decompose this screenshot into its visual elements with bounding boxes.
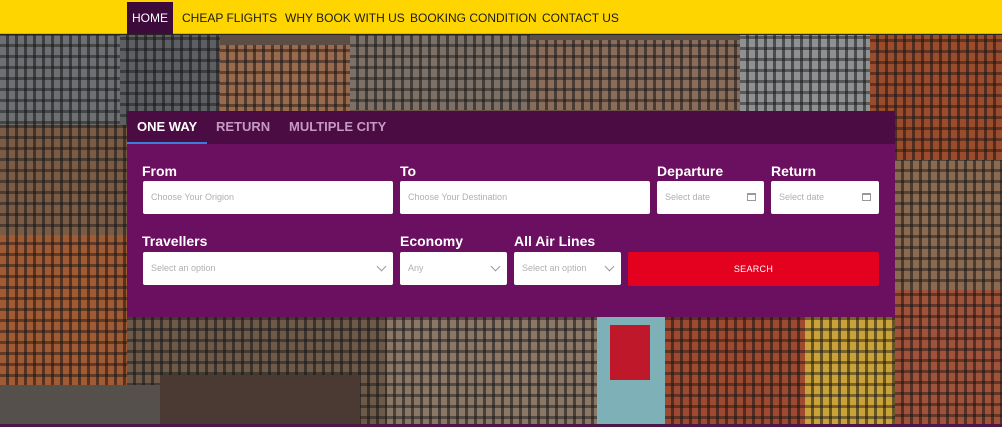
to-label: To [400,163,417,179]
cabin-class-value: Any [408,263,424,273]
nav-booking-condition[interactable]: BOOKING CONDITION [410,2,537,34]
travellers-label: Travellers [142,233,208,249]
destination-input[interactable]: Choose Your Destination [400,181,650,214]
return-date-input[interactable]: Select date [771,181,879,214]
departure-date-input[interactable]: Select date [657,181,764,214]
airlines-select[interactable]: Select an option [514,252,621,285]
top-navbar: HOME CHEAP FLIGHTS WHY BOOK WITH US BOOK… [0,0,1002,34]
departure-date-placeholder: Select date [665,192,711,202]
return-date-placeholder: Select date [779,192,825,202]
nav-contact-us[interactable]: CONTACT US [542,2,619,34]
calendar-icon [747,193,756,201]
nav-cheap-flights[interactable]: CHEAP FLIGHTS [182,2,277,34]
chevron-down-icon [490,261,501,272]
tab-one-way[interactable]: ONE WAY [127,111,208,144]
calendar-icon [862,193,871,201]
cabin-class-select[interactable]: Any [400,252,507,285]
travellers-select[interactable]: Select an option [143,252,393,285]
flight-search-panel: ONE WAY RETURN MULTIPLE CITY From Choose… [127,111,895,317]
search-button[interactable]: SEARCH [628,252,879,286]
nav-why-book-with-us[interactable]: WHY BOOK WITH US [285,2,405,34]
departure-label: Departure [657,163,724,179]
nav-home[interactable]: HOME [127,2,173,34]
trip-type-tabs: ONE WAY RETURN MULTIPLE CITY [127,111,895,144]
economy-label: Economy [400,233,464,249]
from-label: From [142,163,177,179]
airlines-placeholder: Select an option [522,263,587,273]
chevron-down-icon [604,261,615,272]
travellers-placeholder: Select an option [151,263,216,273]
chevron-down-icon [376,261,387,272]
return-label: Return [771,163,817,179]
tab-multiple-city[interactable]: MULTIPLE CITY [289,111,386,144]
origin-input[interactable]: Choose Your Origion [143,181,393,214]
tab-return[interactable]: RETURN [216,111,270,144]
airlines-label: All Air Lines [514,233,596,249]
